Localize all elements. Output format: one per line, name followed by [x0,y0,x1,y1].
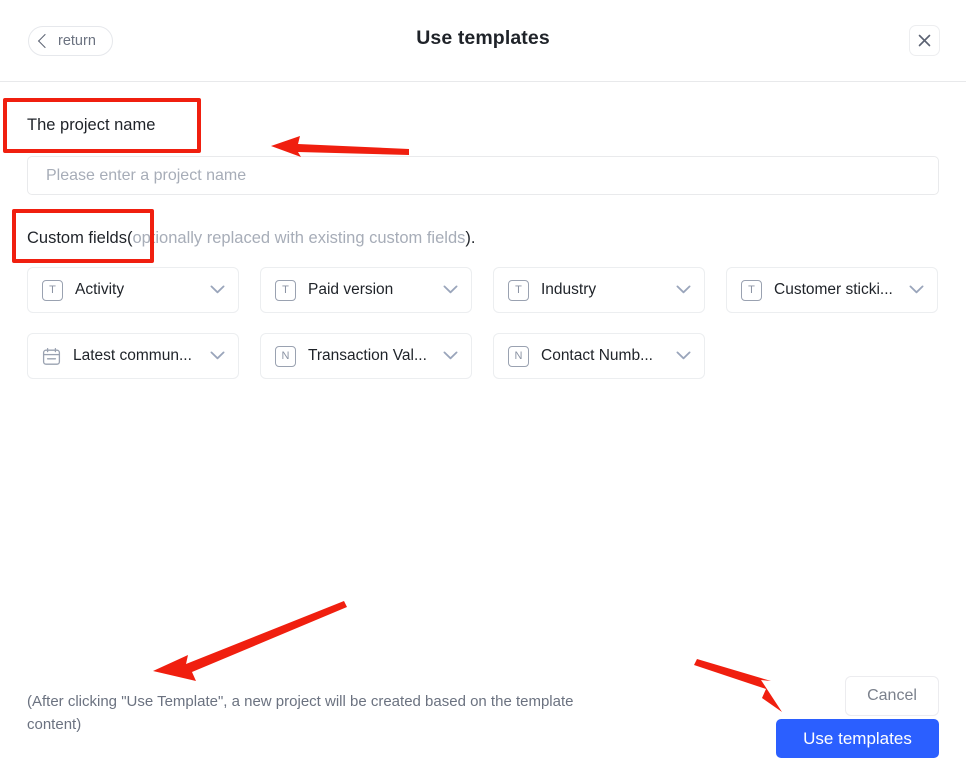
chevron-down-icon[interactable] [443,347,458,365]
chevron-down-icon[interactable] [210,281,225,299]
custom-field-chip-label: Customer sticki... [774,281,893,298]
use-templates-button[interactable]: Use templates [776,719,939,758]
chevron-down-icon[interactable] [676,347,691,365]
annotation-arrow-hint-text [153,601,347,681]
chevron-down-icon[interactable] [210,347,225,365]
chevron-down-icon[interactable] [909,281,924,299]
number-field-icon: N [508,345,529,367]
custom-fields-label: Custom fields(optionally replaced with e… [27,229,475,248]
annotation-arrow-project-name [271,136,409,157]
custom-field-chip[interactable]: T Paid version [260,267,472,313]
annotation-arrow-use-templates [694,659,782,712]
dialog-header: return Use templates [0,0,966,82]
custom-field-chip[interactable]: Latest commun... [27,333,239,379]
close-button[interactable] [909,25,940,56]
custom-field-chip[interactable]: T Industry [493,267,705,313]
custom-field-chip-label: Activity [75,281,125,298]
text-field-icon: T [508,279,529,301]
text-field-icon: T [741,279,762,301]
template-hint-text: (After clicking "Use Template", a new pr… [27,693,574,734]
custom-fields-hint: optionally replaced with existing custom… [132,229,466,247]
custom-fields-list: T Activity T Paid version T Industry T Customer… [27,267,939,379]
text-field-icon: T [42,279,63,301]
chevron-down-icon[interactable] [676,281,691,299]
custom-field-chip[interactable]: N Transaction Val... [260,333,472,379]
custom-fields-hint-close: ). [465,229,476,247]
number-field-icon: N [275,345,296,367]
close-icon [918,34,931,47]
calendar-icon [42,347,61,366]
project-name-label: The project name [27,116,156,134]
cancel-button[interactable]: Cancel [845,676,939,716]
custom-field-chip-label: Industry [541,281,597,298]
chevron-down-icon[interactable] [443,281,458,299]
custom-field-chip[interactable]: T Customer sticki... [726,267,938,313]
custom-field-chip-label: Contact Numb... [541,347,653,364]
custom-field-chip-label: Latest commun... [73,347,192,364]
custom-field-chip[interactable]: N Contact Numb... [493,333,705,379]
custom-field-chip-label: Transaction Val... [308,347,427,364]
custom-fields-title: Custom fields [27,229,127,247]
project-name-input[interactable] [27,156,939,195]
custom-field-chip-label: Paid version [308,281,394,298]
custom-field-chip[interactable]: T Activity [27,267,239,313]
page-title: Use templates [416,27,550,49]
text-field-icon: T [275,279,296,301]
